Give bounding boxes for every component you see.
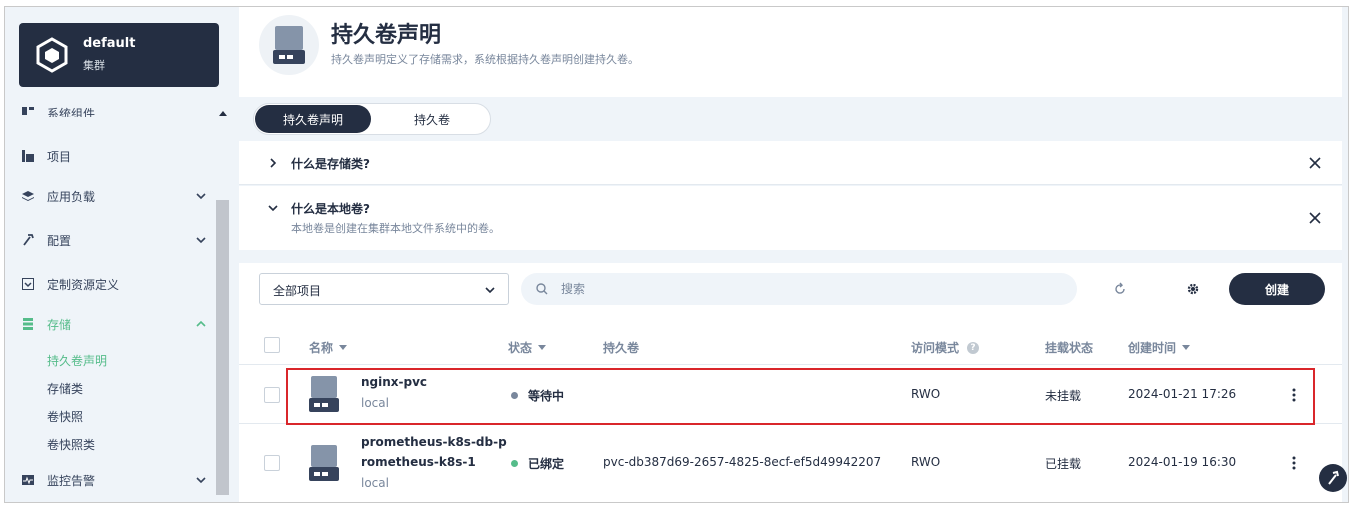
column-access-mode: 访问模式? <box>911 339 980 356</box>
column-mount-status: 挂载状态 <box>1045 339 1093 356</box>
sidebar-item-label: 监控告警 <box>47 473 96 488</box>
mount-status: 已挂载 <box>1045 457 1082 471</box>
column-created[interactable]: 创建时间 <box>1128 339 1191 356</box>
page-description: 持久卷声明定义了存储需求，系统根据持久卷声明创建持久卷。 <box>331 53 639 66</box>
sidebar-item-components[interactable]: 系统组件 <box>21 103 207 117</box>
faq-question: 什么是本地卷? <box>291 202 370 216</box>
components-icon <box>21 103 35 117</box>
tab-pvc[interactable]: 持久卷声明 <box>255 105 371 133</box>
sidebar-item-label: 应用负载 <box>47 189 96 204</box>
chevron-down-icon <box>196 193 206 200</box>
sidebar-item-config[interactable]: 配置 <box>21 227 207 253</box>
cluster-name: default <box>83 36 136 51</box>
toolbox-button[interactable] <box>1319 464 1347 492</box>
sidebar-item-label: 存储 <box>47 317 72 332</box>
disk-icon <box>309 445 339 481</box>
sidebar-item-label: 定制资源定义 <box>47 277 120 292</box>
monitoring-icon <box>21 473 35 487</box>
column-label: 名称 <box>309 341 334 355</box>
cluster-type: 集群 <box>83 59 105 72</box>
chevron-up-icon <box>196 320 206 327</box>
access-mode: RWO <box>911 455 941 469</box>
sidebar-item-monitoring[interactable]: 监控告警 <box>21 467 207 493</box>
chevron-down-icon[interactable] <box>267 202 279 214</box>
sidebar-item-label: 配置 <box>47 233 72 248</box>
chevron-down-icon <box>196 237 206 244</box>
cluster-card[interactable]: default 集群 <box>19 23 219 87</box>
close-icon[interactable] <box>1308 156 1322 170</box>
sort-icon <box>538 345 547 350</box>
crd-icon <box>21 277 35 291</box>
highlight-box <box>286 368 1315 425</box>
sidebar-item-storage[interactable]: 存储 <box>21 311 207 337</box>
table-row[interactable]: prometheus-k8s-db-p rometheus-k8s-1 loca… <box>239 425 1342 502</box>
config-icon <box>21 233 35 247</box>
tab-pv[interactable]: 持久卷 <box>374 105 490 133</box>
window-frame: default 集群 系统组件 项目 应用负载 配置 定制资源定义 存储 持久卷… <box>4 6 1349 503</box>
created-time: 2024-01-19 16:30 <box>1128 455 1237 469</box>
create-button[interactable]: 创建 <box>1229 273 1325 305</box>
chevron-down-icon <box>485 287 495 294</box>
project-select-value: 全部项目 <box>273 284 322 298</box>
page-header: 持久卷声明 持久卷声明定义了存储需求，系统根据持久卷声明创建持久卷。 <box>239 7 1342 97</box>
storage-icon <box>21 317 35 331</box>
faq-localvolume[interactable]: 什么是本地卷? 本地卷是创建在集群本地文件系统中的卷。 <box>239 186 1342 250</box>
search-bar[interactable] <box>521 273 1077 305</box>
chevron-right-icon[interactable] <box>267 157 279 169</box>
gear-icon[interactable] <box>1185 281 1201 297</box>
sidebar-subitem-snapshot[interactable]: 卷快照 <box>47 408 83 425</box>
help-icon[interactable]: ? <box>967 341 980 354</box>
sidebar-item-workload[interactable]: 应用负载 <box>21 183 207 209</box>
column-label: 挂载状态 <box>1045 341 1094 355</box>
status-badge: 已绑定 <box>511 455 564 472</box>
volume-name-link[interactable]: pvc-db387d69-2657-4825-8ecf-ef5d49942207 <box>603 455 881 469</box>
row-checkbox[interactable] <box>264 455 280 471</box>
project-icon <box>21 149 35 163</box>
column-label: 创建时间 <box>1128 341 1177 355</box>
pvc-icon <box>259 15 319 75</box>
search-icon <box>536 283 548 295</box>
table-header: 名称 状态 持久卷 访问模式? 挂载状态 创建时间 <box>239 325 1342 365</box>
sidebar-item-label: 项目 <box>47 149 72 164</box>
hammer-icon <box>1328 470 1339 485</box>
page-title: 持久卷声明 <box>331 23 442 48</box>
pvc-name-link-continued[interactable]: rometheus-k8s-1 <box>361 453 476 472</box>
column-status[interactable]: 状态 <box>508 339 547 356</box>
main-content: 持久卷声明 持久卷声明定义了存储需求，系统根据持久卷声明创建持久卷。 持久卷声明… <box>239 7 1348 502</box>
sidebar-subitem-pvc[interactable]: 持久卷声明 <box>47 352 107 369</box>
sidebar-item-crd[interactable]: 定制资源定义 <box>21 271 207 297</box>
more-icon[interactable] <box>1292 456 1296 470</box>
chevron-down-icon <box>196 477 206 484</box>
sort-icon <box>1182 345 1191 350</box>
search-input[interactable] <box>561 279 1041 299</box>
project-select[interactable]: 全部项目 <box>259 273 509 305</box>
column-volume: 持久卷 <box>603 339 639 356</box>
tab-group: 持久卷声明 持久卷 <box>253 103 491 135</box>
faq-answer: 本地卷是创建在集群本地文件系统中的卷。 <box>291 222 500 235</box>
status-label: 已绑定 <box>528 457 565 471</box>
faq-question: 什么是存储类? <box>291 157 370 171</box>
column-label: 访问模式 <box>911 341 960 355</box>
column-label: 状态 <box>508 341 533 355</box>
column-label: 持久卷 <box>603 341 640 355</box>
select-all-checkbox[interactable] <box>264 337 280 353</box>
column-name[interactable]: 名称 <box>309 339 348 356</box>
sidebar-item-project[interactable]: 项目 <box>21 143 207 169</box>
cluster-icon <box>36 37 68 73</box>
sidebar: default 集群 系统组件 项目 应用负载 配置 定制资源定义 存储 持久卷… <box>5 7 239 502</box>
sort-icon <box>339 345 348 350</box>
workload-icon <box>21 189 35 203</box>
pvc-name-link[interactable]: prometheus-k8s-db-p <box>361 433 507 452</box>
faq-storageclass[interactable]: 什么是存储类? <box>239 141 1342 185</box>
close-icon[interactable] <box>1308 211 1322 225</box>
sidebar-item-label: 系统组件 <box>47 107 96 117</box>
scrollbar-thumb[interactable] <box>216 200 229 495</box>
row-checkbox[interactable] <box>264 387 280 403</box>
scroll-up-arrow-icon[interactable] <box>219 111 227 116</box>
sidebar-subitem-snapshotclass[interactable]: 卷快照类 <box>47 436 95 453</box>
status-dot <box>511 460 518 467</box>
storage-class: local <box>361 476 389 490</box>
sidebar-subitem-storageclass[interactable]: 存储类 <box>47 380 83 397</box>
refresh-icon[interactable] <box>1112 281 1128 297</box>
